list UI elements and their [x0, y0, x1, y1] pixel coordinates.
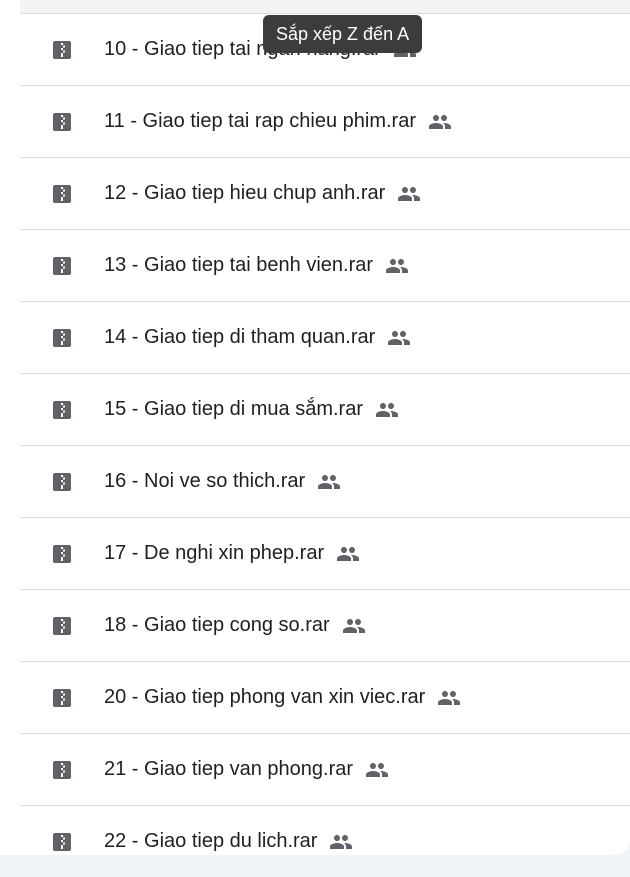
file-name-wrap: 12 - Giao tiep hieu chup anh.rar	[104, 182, 421, 206]
file-row[interactable]: 16 - Noi ve so thich.rar	[20, 446, 630, 518]
list-header-strip	[20, 0, 630, 14]
file-name-wrap: 14 - Giao tiep di tham quan.rar	[104, 326, 411, 350]
file-name: 16 - Noi ve so thich.rar	[104, 470, 306, 492]
shared-people-icon	[317, 470, 341, 494]
file-row[interactable]: 15 - Giao tiep di mua sắm.rar	[20, 374, 630, 446]
file-name-wrap: 20 - Giao tiep phong van xin viec.rar	[104, 686, 461, 710]
archive-icon	[53, 40, 71, 59]
file-name: 20 - Giao tiep phong van xin viec.rar	[104, 686, 426, 708]
file-row[interactable]: 17 - De nghi xin phep.rar	[20, 518, 630, 590]
file-name-wrap: 22 - Giao tiep du lich.rar	[104, 830, 353, 854]
archive-icon	[53, 616, 71, 635]
file-row[interactable]: 20 - Giao tiep phong van xin viec.rar	[20, 662, 630, 734]
file-name: 12 - Giao tiep hieu chup anh.rar	[104, 182, 386, 204]
file-name-wrap: 15 - Giao tiep di mua sắm.rar	[104, 398, 399, 422]
archive-icon	[53, 328, 71, 347]
archive-icon	[53, 472, 71, 491]
file-name-wrap: 18 - Giao tiep cong so.rar	[104, 614, 366, 638]
file-row[interactable]: 22 - Giao tiep du lich.rar	[20, 806, 630, 855]
shared-people-icon	[342, 614, 366, 638]
file-row[interactable]: 12 - Giao tiep hieu chup anh.rar	[20, 158, 630, 230]
archive-icon	[53, 112, 71, 131]
archive-icon	[53, 832, 71, 851]
archive-icon	[53, 256, 71, 275]
shared-people-icon	[387, 326, 411, 350]
file-name: 18 - Giao tiep cong so.rar	[104, 614, 330, 636]
file-name: 13 - Giao tiep tai benh vien.rar	[104, 254, 374, 276]
shared-people-icon	[437, 686, 461, 710]
archive-icon	[53, 688, 71, 707]
file-name: 14 - Giao tiep di tham quan.rar	[104, 326, 376, 348]
file-name-wrap: 13 - Giao tiep tai benh vien.rar	[104, 254, 409, 278]
archive-icon	[53, 760, 71, 779]
file-name-wrap: 17 - De nghi xin phep.rar	[104, 542, 360, 566]
page-bottom-background	[0, 855, 630, 877]
shared-people-icon	[329, 830, 353, 854]
file-name-wrap: 16 - Noi ve so thich.rar	[104, 470, 341, 494]
file-row[interactable]: 21 - Giao tiep van phong.rar	[20, 734, 630, 806]
file-name: 15 - Giao tiep di mua sắm.rar	[104, 398, 363, 420]
file-row[interactable]: 18 - Giao tiep cong so.rar	[20, 590, 630, 662]
file-row[interactable]: 14 - Giao tiep di tham quan.rar	[20, 302, 630, 374]
shared-people-icon	[397, 182, 421, 206]
file-name: 17 - De nghi xin phep.rar	[104, 542, 325, 564]
shared-people-icon	[428, 110, 452, 134]
shared-people-icon	[365, 758, 389, 782]
file-name: 21 - Giao tiep van phong.rar	[104, 758, 354, 780]
shared-people-icon	[385, 254, 409, 278]
file-row[interactable]: 13 - Giao tiep tai benh vien.rar	[20, 230, 630, 302]
shared-people-icon	[336, 542, 360, 566]
file-list-panel: 10 - Giao tiep tai ngan hang.rar 11 - Gi…	[0, 0, 630, 855]
file-list: 10 - Giao tiep tai ngan hang.rar 11 - Gi…	[20, 14, 630, 855]
archive-icon	[53, 184, 71, 203]
file-name: 22 - Giao tiep du lich.rar	[104, 830, 318, 852]
archive-icon	[53, 400, 71, 419]
file-name-wrap: 11 - Giao tiep tai rap chieu phim.rar	[104, 110, 452, 134]
sort-tooltip: Sắp xếp Z đến A	[263, 15, 423, 53]
file-name-wrap: 21 - Giao tiep van phong.rar	[104, 758, 389, 782]
archive-icon	[53, 544, 71, 563]
drive-file-list-page: 10 - Giao tiep tai ngan hang.rar 11 - Gi…	[0, 0, 630, 877]
file-name: 11 - Giao tiep tai rap chieu phim.rar	[104, 110, 417, 132]
file-row[interactable]: 11 - Giao tiep tai rap chieu phim.rar	[20, 86, 630, 158]
shared-people-icon	[375, 398, 399, 422]
